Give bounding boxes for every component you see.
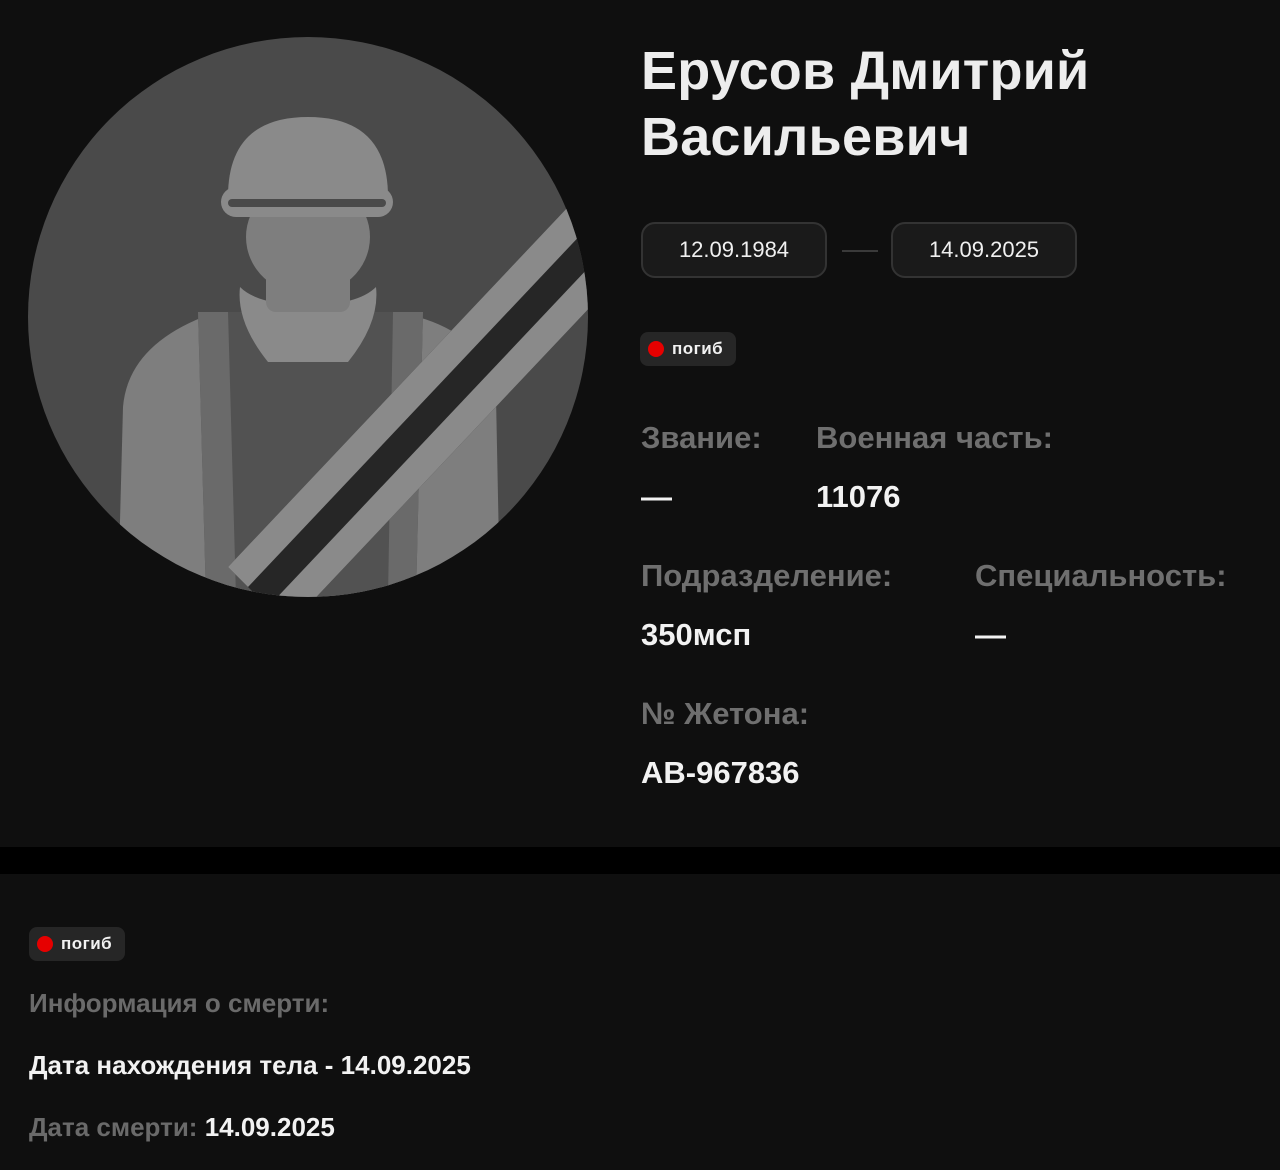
death-date-row: Дата смерти: 14.09.2025 bbox=[29, 1112, 335, 1143]
avatar bbox=[28, 37, 588, 597]
rank-value: — bbox=[641, 479, 672, 514]
death-date: 14.09.2025 bbox=[928, 237, 1040, 262]
death-info-heading: Информация о смерти: bbox=[29, 988, 330, 1018]
death-status-dot-icon bbox=[37, 936, 53, 952]
rank-label: Звание: bbox=[641, 420, 762, 455]
person-name: Ерусов Дмитрий Васильевич bbox=[641, 38, 1089, 170]
birth-date: 12.09.1984 bbox=[678, 237, 790, 262]
person-name-line2: Васильевич bbox=[641, 107, 971, 167]
status-dot-icon bbox=[648, 341, 664, 357]
death-status-badge-label: погиб bbox=[61, 934, 113, 953]
specialty-label: Специальность: bbox=[975, 558, 1227, 593]
death-date-pill: 14.09.2025 bbox=[891, 222, 1077, 278]
death-date-label: Дата смерти: bbox=[29, 1112, 198, 1142]
specialty-value: — bbox=[975, 617, 1006, 652]
death-status-badge: погиб bbox=[29, 927, 126, 961]
status-badge: погиб bbox=[640, 332, 737, 366]
token-label: № Жетона: bbox=[641, 696, 810, 731]
division-value: 350мсп bbox=[641, 617, 752, 652]
unit-value: 11076 bbox=[816, 479, 901, 514]
token-value: АВ-967836 bbox=[641, 755, 800, 790]
date-separator bbox=[842, 250, 878, 252]
soldier-silhouette-icon bbox=[28, 37, 588, 597]
status-badge-label: погиб bbox=[672, 339, 724, 358]
unit-label: Военная часть: bbox=[816, 420, 1053, 455]
death-date-value: 14.09.2025 bbox=[204, 1112, 335, 1142]
person-name-line1: Ерусов Дмитрий bbox=[641, 41, 1090, 101]
division-label: Подразделение: bbox=[641, 558, 893, 593]
birth-date-pill: 12.09.1984 bbox=[641, 222, 827, 278]
body-found-text: Дата нахождения тела - 14.09.2025 bbox=[29, 1050, 471, 1080]
